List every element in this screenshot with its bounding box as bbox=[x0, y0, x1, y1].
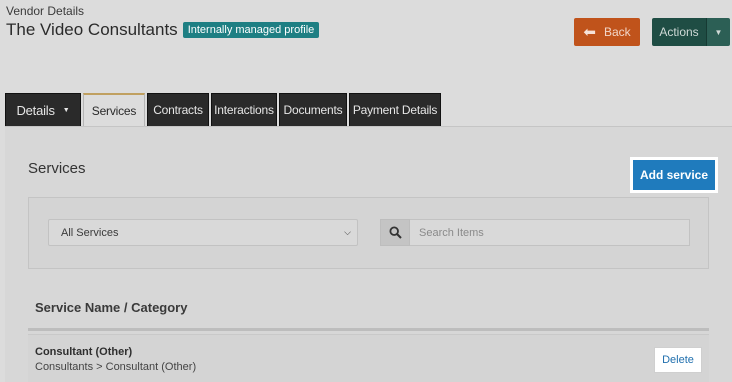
actions-button-group: Actions ▼ bbox=[652, 18, 730, 46]
service-category: Consultants > Consultant (Other) bbox=[35, 361, 197, 373]
actions-button[interactable]: Actions bbox=[652, 18, 706, 46]
tab-details-label: Details bbox=[16, 102, 55, 118]
tab-documents[interactable]: Documents bbox=[279, 93, 347, 126]
caret-down-icon: ▼ bbox=[714, 27, 723, 37]
tab-bar: Details ▼ Services Contracts Interaction… bbox=[5, 93, 441, 127]
tab-services[interactable]: Services bbox=[83, 93, 145, 127]
breadcrumb: Vendor Details bbox=[6, 4, 85, 18]
back-button-label: Back bbox=[603, 25, 631, 39]
filter-box: All Services ⌵ bbox=[28, 197, 709, 269]
table-header-service-name: Service Name / Category bbox=[28, 287, 709, 331]
title-row: The Video Consultants Internally managed… bbox=[6, 20, 320, 40]
services-filter-value: All Services bbox=[61, 226, 119, 239]
add-service-button[interactable]: Add service bbox=[630, 157, 718, 193]
service-name: Consultant (Other) bbox=[35, 346, 133, 358]
table-row: Consultant (Other) Consultants > Consult… bbox=[28, 334, 709, 382]
tab-interactions[interactable]: Interactions bbox=[211, 93, 277, 126]
search-input[interactable] bbox=[410, 219, 690, 246]
page-header: Vendor Details The Video Consultants Int… bbox=[0, 0, 732, 92]
services-panel: Services Add service All Services ⌵ Serv… bbox=[5, 126, 732, 382]
actions-dropdown-toggle[interactable]: ▼ bbox=[706, 18, 730, 46]
chevron-down-icon: ⌵ bbox=[344, 227, 351, 237]
section-title: Services bbox=[28, 160, 86, 177]
caret-down-icon: ▼ bbox=[62, 106, 70, 114]
tab-details[interactable]: Details ▼ bbox=[5, 93, 81, 126]
search-group bbox=[380, 219, 690, 246]
services-filter-select[interactable]: All Services ⌵ bbox=[48, 219, 358, 246]
search-icon[interactable] bbox=[380, 219, 410, 246]
vendor-details-page: Vendor Details The Video Consultants Int… bbox=[0, 0, 732, 382]
delete-button[interactable]: Delete bbox=[654, 347, 702, 373]
tab-contracts[interactable]: Contracts bbox=[147, 93, 209, 126]
tab-payment-details[interactable]: Payment Details bbox=[349, 93, 441, 126]
page-title: The Video Consultants bbox=[6, 20, 178, 39]
profile-badge: Internally managed profile bbox=[182, 22, 320, 38]
arrow-left-icon: ⬅ bbox=[583, 24, 596, 41]
back-button[interactable]: ⬅ Back bbox=[574, 18, 640, 46]
